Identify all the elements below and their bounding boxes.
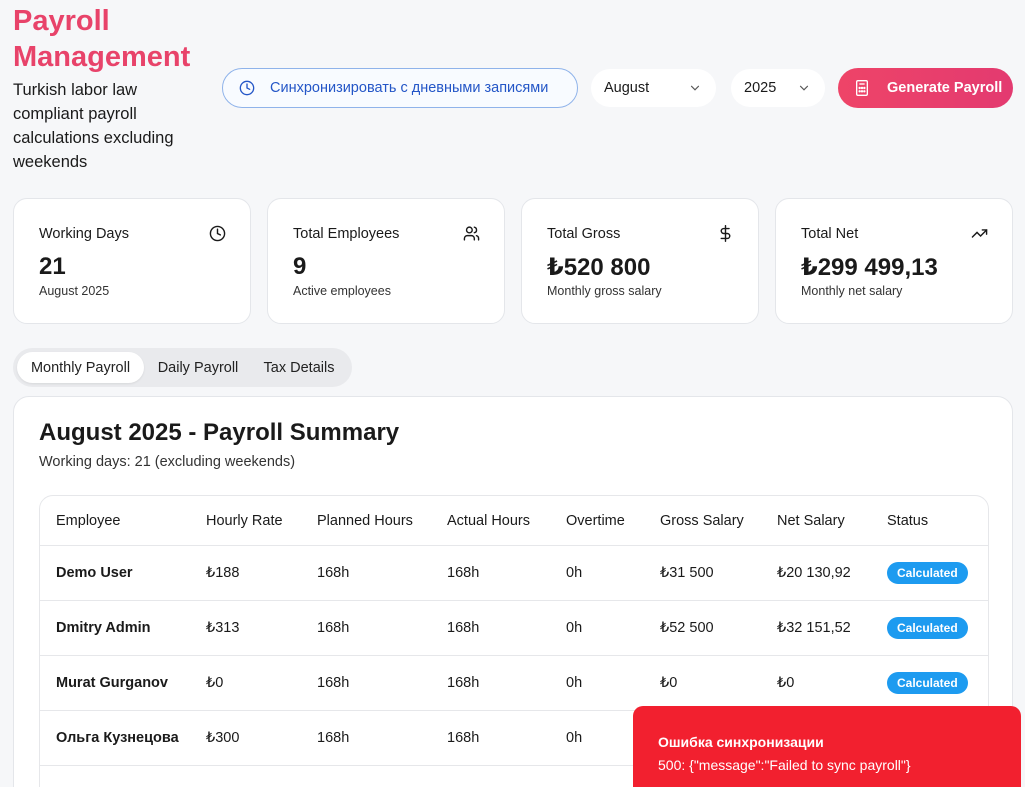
chevron-down-icon: [690, 85, 700, 91]
cell-hourly-rate: ₺300: [206, 730, 240, 746]
generate-payroll-label: Generate Payroll: [887, 80, 1003, 96]
stat-card-working-days: Working Days 21 August 2025: [13, 198, 251, 324]
stat-label: Total Employees: [293, 226, 400, 242]
stat-card-total-employees: Total Employees 9 Active employees: [267, 198, 505, 324]
column-header[interactable]: Gross Salary: [660, 496, 744, 545]
column-header[interactable]: Actual Hours: [447, 496, 530, 545]
year-select[interactable]: 2025: [731, 69, 825, 107]
tab-daily-payroll[interactable]: Daily Payroll: [146, 352, 250, 383]
cell-status: Calculated: [887, 656, 968, 710]
cell-planned-hours: 168h: [317, 620, 350, 636]
chevron-down-icon: [799, 85, 809, 91]
trending-up-icon: [971, 229, 988, 238]
cell-gross-salary: ₺31 500: [660, 565, 714, 581]
cell-actual-hours: 168h: [447, 620, 480, 636]
generate-payroll-button[interactable]: Generate Payroll: [838, 68, 1013, 108]
cell-net-salary: ₺32 151,52: [777, 620, 851, 636]
status-badge: Calculated: [887, 617, 968, 639]
calculator-icon: [856, 80, 868, 96]
cell-net-salary: ₺0: [777, 675, 795, 691]
cell-gross-salary: ₺0: [660, 675, 678, 691]
cell-gross-salary: ₺52 500: [660, 620, 714, 636]
status-badge: Calculated: [887, 562, 968, 584]
dollar-icon: [720, 225, 731, 242]
page-title: Payroll Management: [13, 5, 191, 73]
stat-sub: Active employees: [293, 284, 391, 298]
cell-employee: Murat Gurganov: [56, 675, 168, 691]
month-select[interactable]: August: [591, 69, 716, 107]
table-row[interactable]: Murat Gurganov ₺0 168h 168h 0h ₺0 ₺0 Cal…: [40, 656, 988, 711]
cell-overtime: 0h: [566, 675, 583, 691]
stat-label: Total Net: [801, 226, 859, 242]
summary-title: August 2025 - Payroll Summary: [39, 419, 400, 446]
table-row[interactable]: Demo User ₺188 168h 168h 0h ₺31 500 ₺20 …: [40, 546, 988, 601]
stat-sub: Monthly net salary: [801, 284, 903, 298]
sync-button-label: Синхронизировать с дневными записями: [270, 80, 549, 96]
status-badge: Calculated: [887, 672, 968, 694]
column-header[interactable]: Overtime: [566, 496, 625, 545]
year-select-value: 2025: [744, 80, 777, 96]
cell-net-salary: ₺20 130,92: [777, 565, 851, 581]
column-header[interactable]: Net Salary: [777, 496, 845, 545]
cell-actual-hours: 168h: [447, 565, 480, 581]
cell-actual-hours: 168h: [447, 675, 480, 691]
cell-overtime: 0h: [566, 565, 583, 581]
stat-value: ₺299 499,13: [801, 254, 938, 281]
cell-overtime: 0h: [566, 620, 583, 636]
cell-employee: Dmitry Admin: [56, 620, 151, 636]
column-header[interactable]: Hourly Rate: [206, 496, 283, 545]
sync-daily-records-button[interactable]: Синхронизировать с дневными записями: [222, 68, 578, 108]
month-select-value: August: [604, 80, 650, 96]
cell-actual-hours: 168h: [447, 730, 480, 746]
payroll-page: Payroll Management Turkish labor law com…: [0, 0, 1025, 787]
column-header[interactable]: Employee: [56, 496, 120, 545]
clock-icon: [239, 80, 255, 96]
cell-planned-hours: 168h: [317, 675, 350, 691]
clock-icon: [209, 225, 226, 242]
stat-value: 21: [39, 253, 66, 280]
toast-title: Ошибка синхронизации: [658, 734, 824, 750]
cell-employee: Demo User: [56, 565, 133, 581]
stat-value: 9: [293, 253, 307, 280]
cell-planned-hours: 168h: [317, 565, 350, 581]
table-header-row: Employee Hourly Rate Planned Hours Actua…: [40, 496, 988, 546]
stat-label: Total Gross: [547, 226, 621, 242]
table-row[interactable]: Dmitry Admin ₺313 168h 168h 0h ₺52 500 ₺…: [40, 601, 988, 656]
summary-subtitle: Working days: 21 (excluding weekends): [39, 454, 296, 470]
cell-hourly-rate: ₺0: [206, 675, 224, 691]
cell-planned-hours: 168h: [317, 730, 350, 746]
stat-card-total-gross: Total Gross ₺520 800 Monthly gross salar…: [521, 198, 759, 324]
cell-status: Calculated: [887, 601, 968, 655]
stat-sub: August 2025: [39, 284, 110, 298]
stat-card-total-net: Total Net ₺299 499,13 Monthly net salary: [775, 198, 1013, 324]
payroll-tabs: Monthly Payroll Daily Payroll Tax Detail…: [13, 348, 352, 387]
column-header[interactable]: Status: [887, 496, 928, 545]
users-icon: [463, 226, 480, 241]
page-subtitle: Turkish labor law compliant payroll calc…: [13, 81, 174, 171]
toast-message: 500: {"message":"Failed to sync payroll"…: [658, 757, 911, 773]
stat-label: Working Days: [39, 226, 129, 242]
cell-status: Calculated: [887, 546, 968, 600]
stat-value: ₺520 800: [547, 254, 651, 281]
cell-overtime: 0h: [566, 730, 583, 746]
column-header[interactable]: Planned Hours: [317, 496, 413, 545]
sync-error-toast[interactable]: Ошибка синхронизации 500: {"message":"Fa…: [633, 706, 1021, 787]
cell-hourly-rate: ₺188: [206, 565, 240, 581]
tab-tax-details[interactable]: Tax Details: [251, 352, 347, 383]
tab-monthly-payroll[interactable]: Monthly Payroll: [17, 352, 144, 383]
stat-sub: Monthly gross salary: [547, 284, 662, 298]
cell-employee: Ольга Кузнецова: [56, 730, 179, 746]
cell-hourly-rate: ₺313: [206, 620, 240, 636]
